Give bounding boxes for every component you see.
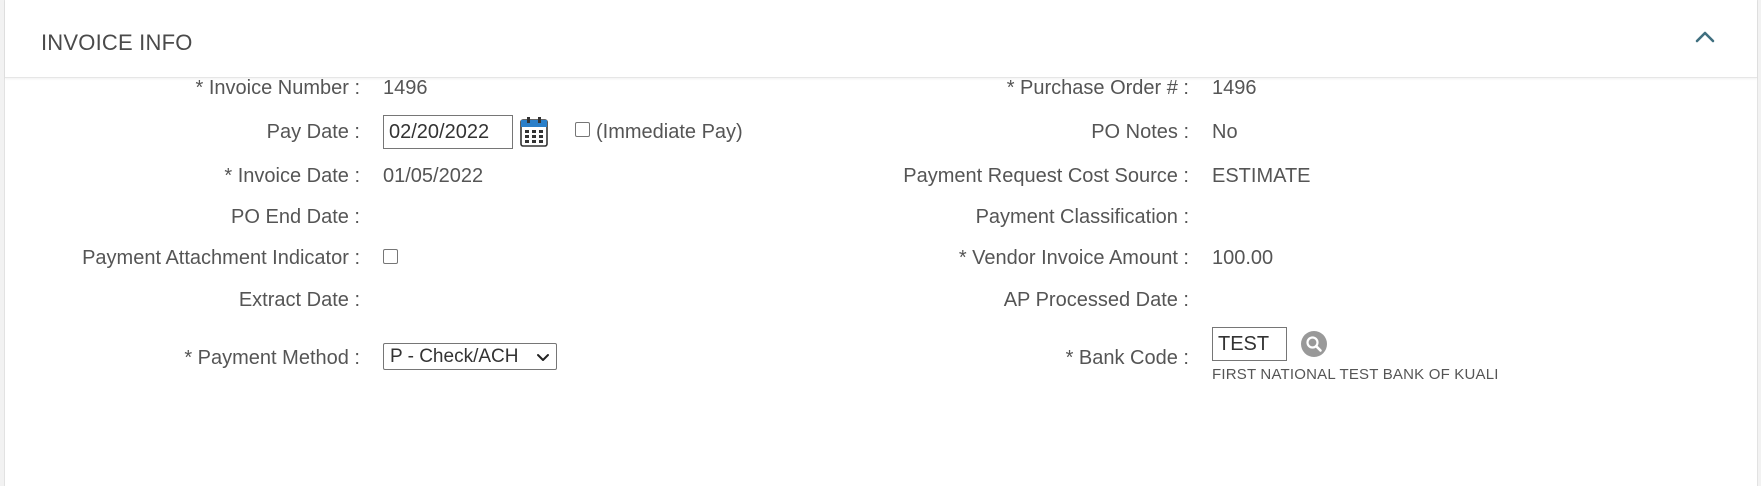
- invoice-date-label: * Invoice Date :: [224, 165, 360, 187]
- cost-source-value: ESTIMATE: [1212, 165, 1311, 187]
- pay-date-input[interactable]: [383, 115, 513, 149]
- invoice-number-label: * Invoice Number :: [195, 77, 360, 99]
- invoice-info-panel: INVOICE INFO * Invoice Number : 1496 Pay…: [4, 0, 1758, 486]
- payment-method-select[interactable]: P - Check/ACH: [383, 343, 557, 370]
- vendor-invoice-amount-value: 100.00: [1212, 247, 1274, 269]
- pay-date-label: Pay Date :: [266, 121, 360, 143]
- invoice-date-value: 01/05/2022: [383, 165, 484, 187]
- ap-processed-date-label: AP Processed Date :: [1003, 289, 1189, 311]
- purchase-order-value: 1496: [1212, 77, 1257, 99]
- immediate-pay-checkbox[interactable]: [575, 122, 590, 137]
- po-notes-label: PO Notes :: [1091, 121, 1189, 143]
- extract-date-label: Extract Date :: [238, 289, 360, 311]
- immediate-pay-label: (Immediate Pay): [596, 121, 743, 143]
- po-end-date-label: PO End Date :: [231, 206, 360, 228]
- search-icon[interactable]: [1301, 331, 1327, 357]
- payment-attachment-label: Payment Attachment Indicator :: [82, 247, 360, 269]
- payment-method-label: * Payment Method :: [184, 347, 360, 369]
- vendor-invoice-amount-label: * Vendor Invoice Amount :: [958, 247, 1189, 269]
- chevron-down-icon: [536, 349, 550, 371]
- panel-header: INVOICE INFO: [5, 0, 1757, 78]
- bank-code-input[interactable]: [1212, 327, 1287, 361]
- section-title: INVOICE INFO: [41, 30, 193, 55]
- po-notes-value: No: [1212, 121, 1238, 143]
- bank-name-text: FIRST NATIONAL TEST BANK OF KUALI: [1212, 366, 1499, 383]
- payment-attachment-checkbox[interactable]: [383, 249, 398, 264]
- invoice-number-value: 1496: [383, 77, 428, 99]
- chevron-up-icon[interactable]: [1690, 22, 1720, 52]
- payment-classification-label: Payment Classification :: [975, 206, 1189, 228]
- purchase-order-label: * Purchase Order # :: [1006, 77, 1189, 99]
- bank-code-label: * Bank Code :: [1065, 347, 1189, 369]
- payment-method-value: P - Check/ACH: [390, 346, 519, 367]
- cost-source-label: Payment Request Cost Source :: [903, 165, 1189, 187]
- calendar-icon[interactable]: [519, 116, 549, 148]
